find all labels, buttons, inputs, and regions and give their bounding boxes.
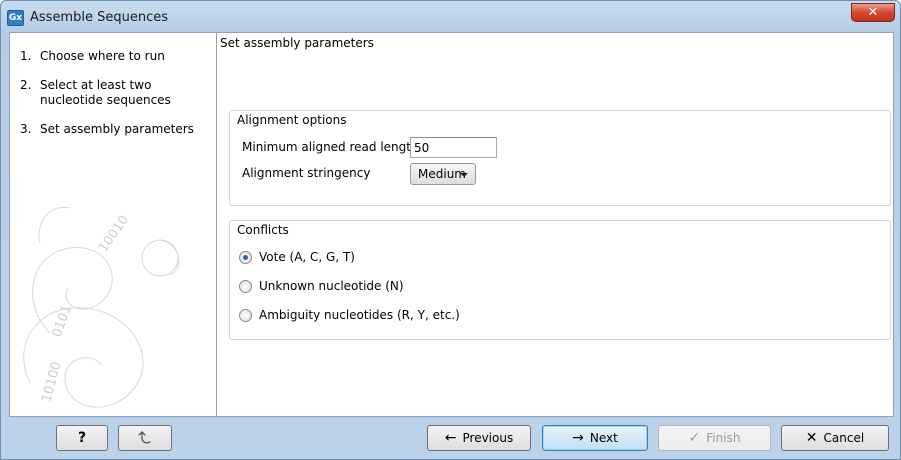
checkmark-icon: ✓	[688, 430, 701, 446]
vote-radio-label[interactable]: Vote (A, C, G, T)	[259, 250, 355, 264]
next-button[interactable]: → Next	[542, 425, 648, 451]
steps-list: 1. Choose where to run 2. Select at leas…	[10, 49, 216, 151]
svg-text:0101: 0101	[50, 303, 75, 339]
finish-button[interactable]: ✓ Finish	[658, 425, 771, 451]
alignment-options-title: Alignment options	[237, 113, 347, 127]
window-title: Assemble Sequences	[30, 10, 168, 25]
svg-text:10010: 10010	[96, 213, 132, 255]
alignment-stringency-label: Alignment stringency	[242, 166, 371, 180]
arrow-left-icon: ←	[444, 430, 457, 446]
stringency-selected-value: Medium	[418, 167, 466, 181]
ambiguity-nucleotides-label[interactable]: Ambiguity nucleotides (R, Y, etc.)	[259, 308, 460, 322]
assemble-sequences-dialog: Gx Assemble Sequences ✕ 1. Choose where …	[0, 0, 901, 460]
finish-label: Finish	[706, 431, 741, 445]
decorative-swirl-graphic: 10010 0101 10100	[23, 206, 180, 408]
vote-radio[interactable]	[239, 251, 252, 264]
reset-icon	[138, 431, 151, 444]
previous-button[interactable]: ← Previous	[427, 425, 531, 451]
title-bar: Gx Assemble Sequences ✕	[1, 1, 900, 33]
cancel-label: Cancel	[823, 431, 865, 445]
unknown-nucleotide-label[interactable]: Unknown nucleotide (N)	[259, 279, 404, 293]
conflicts-title: Conflicts	[237, 223, 289, 237]
ambiguity-nucleotides-radio[interactable]	[239, 309, 252, 322]
unknown-nucleotide-radio[interactable]	[239, 280, 252, 293]
reset-button[interactable]	[118, 425, 172, 451]
step-label: Choose where to run	[40, 49, 165, 63]
page-title: Set assembly parameters	[220, 36, 374, 50]
alignment-options-group: Alignment options Minimum aligned read l…	[229, 110, 891, 206]
step-select-sequences: 2. Select at least two nucleotide sequen…	[10, 78, 216, 108]
step-number: 3.	[20, 122, 32, 136]
parameters-panel: Set assembly parameters Alignment option…	[218, 33, 893, 416]
step-set-assembly-parameters: 3. Set assembly parameters	[10, 122, 216, 137]
arrow-right-icon: →	[572, 430, 584, 446]
dialog-body: 1. Choose where to run 2. Select at leas…	[9, 32, 894, 417]
app-icon: Gx	[7, 10, 24, 26]
cancel-button[interactable]: ✕ Cancel	[781, 425, 889, 451]
min-read-length-input[interactable]	[410, 137, 497, 158]
close-button[interactable]: ✕	[851, 3, 895, 22]
svg-text:10100: 10100	[39, 360, 64, 404]
step-choose-where-to-run: 1. Choose where to run	[10, 49, 216, 64]
cancel-x-icon: ✕	[805, 430, 818, 446]
min-read-length-label: Minimum aligned read length	[242, 140, 419, 154]
next-label: Next	[589, 431, 618, 445]
chevron-down-icon	[460, 173, 468, 177]
help-button[interactable]: ?	[56, 425, 108, 451]
step-number: 2.	[20, 78, 32, 92]
alignment-stringency-dropdown[interactable]: Medium	[410, 163, 476, 185]
step-label: Set assembly parameters	[40, 122, 194, 136]
wizard-steps-sidebar: 1. Choose where to run 2. Select at leas…	[10, 33, 217, 416]
step-number: 1.	[20, 49, 32, 63]
previous-label: Previous	[462, 431, 514, 445]
conflicts-group: Conflicts Vote (A, C, G, T) Unknown nucl…	[229, 220, 891, 340]
step-label: Select at least two nucleotide sequences	[40, 78, 171, 107]
dialog-footer: ? ← Previous → Next ✓ Finish ✕ Cancel	[1, 417, 900, 459]
